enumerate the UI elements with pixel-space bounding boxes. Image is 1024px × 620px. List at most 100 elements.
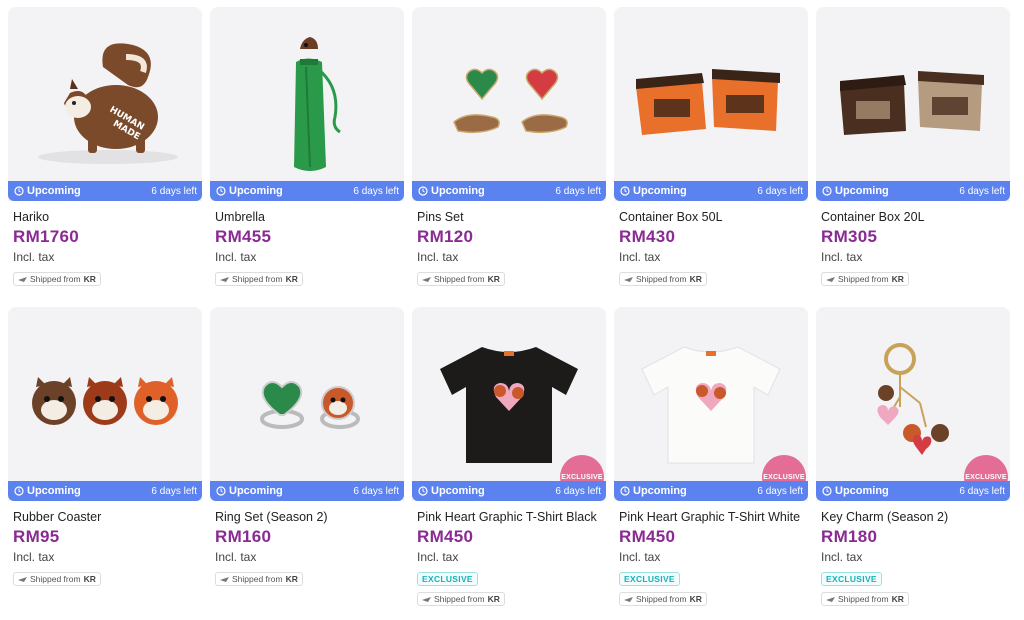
time-left: 6 days left xyxy=(959,485,1005,497)
clock-icon xyxy=(620,186,630,196)
product-price: RM450 xyxy=(619,527,676,546)
product-name[interactable]: Rubber Coaster xyxy=(13,510,202,524)
shipping-tag: Shipped from KR xyxy=(821,592,909,606)
product-price: RM95 xyxy=(13,527,60,546)
tax-note: Incl. tax xyxy=(417,250,459,264)
squirrel-figure-icon: HUMAN MADE xyxy=(38,43,178,164)
shipping-tag: Shipped from KR xyxy=(821,272,909,286)
time-left: 6 days left xyxy=(757,185,803,197)
exclusive-chip: EXCLUSIVE xyxy=(619,572,680,586)
clock-icon xyxy=(14,486,24,496)
shipping-tag: Shipped from KR xyxy=(215,272,303,286)
status-label: Upcoming xyxy=(27,185,81,197)
product-image[interactable]: EXCLUSIVE Upcoming 6 days left xyxy=(412,307,606,501)
shipping-tag: Shipped from KR xyxy=(13,272,101,286)
time-left: 6 days left xyxy=(151,485,197,497)
product-card[interactable]: Upcoming 6 days left Container Box 50L R… xyxy=(614,7,808,304)
product-card[interactable]: Upcoming 6 days left Rubber Coaster RM95… xyxy=(8,307,202,604)
product-image[interactable]: Upcoming 6 days left xyxy=(210,7,404,201)
product-name[interactable]: Key Charm (Season 2) xyxy=(821,510,1010,524)
product-image[interactable]: Upcoming 6 days left xyxy=(816,7,1010,201)
tax-note: Incl. tax xyxy=(215,550,257,564)
product-image[interactable]: EXCLUSIVE Upcoming 6 days left xyxy=(816,307,1010,501)
status-bar: Upcoming 6 days left xyxy=(210,181,404,201)
status-bar: Upcoming 6 days left xyxy=(816,181,1010,201)
plane-icon xyxy=(624,596,633,602)
product-price: RM160 xyxy=(215,527,272,546)
shipping-tag: Shipped from KR xyxy=(215,572,303,586)
product-image[interactable]: Upcoming 6 days left xyxy=(614,7,808,201)
pins-icon xyxy=(453,68,568,134)
product-image[interactable]: Upcoming 6 days left xyxy=(8,307,202,501)
plane-icon xyxy=(826,276,835,282)
status-label: Upcoming xyxy=(431,185,485,197)
shipping-tag: Shipped from KR xyxy=(13,572,101,586)
tax-note: Incl. tax xyxy=(821,550,863,564)
time-left: 6 days left xyxy=(151,185,197,197)
status-label: Upcoming xyxy=(835,185,889,197)
clock-icon xyxy=(418,486,428,496)
tax-note: Incl. tax xyxy=(417,550,459,564)
product-name[interactable]: Hariko xyxy=(13,210,202,224)
product-name[interactable]: Container Box 20L xyxy=(821,210,1010,224)
status-bar: Upcoming 6 days left xyxy=(412,181,606,201)
product-card[interactable]: EXCLUSIVE Upcoming 6 days left Key Charm… xyxy=(816,307,1010,606)
clock-icon xyxy=(216,486,226,496)
status-bar: Upcoming 6 days left xyxy=(412,481,606,501)
product-name[interactable]: Container Box 50L xyxy=(619,210,808,224)
plane-icon xyxy=(422,596,431,602)
orange-box-icon xyxy=(636,69,780,135)
product-price: RM455 xyxy=(215,227,272,246)
plane-icon xyxy=(624,276,633,282)
product-image[interactable]: HUMAN MADE Upcoming 6 days left xyxy=(8,7,202,201)
tax-note: Incl. tax xyxy=(821,250,863,264)
plane-icon xyxy=(18,276,27,282)
status-bar: Upcoming 6 days left xyxy=(614,181,808,201)
status-label: Upcoming xyxy=(27,485,81,497)
shipping-tag: Shipped from KR xyxy=(619,272,707,286)
ring-icon xyxy=(260,381,360,429)
status-bar: Upcoming 6 days left xyxy=(816,481,1010,501)
status-label: Upcoming xyxy=(229,185,283,197)
product-name[interactable]: Umbrella xyxy=(215,210,404,224)
umbrella-icon xyxy=(294,37,341,171)
product-image[interactable]: Upcoming 6 days left xyxy=(412,7,606,201)
status-label: Upcoming xyxy=(633,485,687,497)
product-image[interactable]: Upcoming 6 days left xyxy=(210,307,404,501)
brown-box-icon xyxy=(840,71,984,135)
exclusive-chip: EXCLUSIVE xyxy=(417,572,478,586)
product-card[interactable]: Upcoming 6 days left Pins Set RM120 Incl… xyxy=(412,7,606,304)
product-card[interactable]: EXCLUSIVE Upcoming 6 days left Pink Hear… xyxy=(412,307,606,606)
shipping-tag: Shipped from KR xyxy=(619,592,707,606)
plane-icon xyxy=(826,596,835,602)
product-name[interactable]: Pink Heart Graphic T-Shirt White xyxy=(619,510,808,524)
product-name[interactable]: Ring Set (Season 2) xyxy=(215,510,404,524)
product-price: RM180 xyxy=(821,527,878,546)
status-label: Upcoming xyxy=(633,185,687,197)
status-bar: Upcoming 6 days left xyxy=(210,481,404,501)
product-card[interactable]: HUMAN MADE Upcoming 6 days left Hariko R… xyxy=(8,7,202,304)
product-card[interactable]: EXCLUSIVE Upcoming 6 days left Pink Hear… xyxy=(614,307,808,606)
status-bar: Upcoming 6 days left xyxy=(8,181,202,201)
exclusive-chip: EXCLUSIVE xyxy=(821,572,882,586)
product-image[interactable]: EXCLUSIVE Upcoming 6 days left xyxy=(614,307,808,501)
product-price: RM120 xyxy=(417,227,474,246)
plane-icon xyxy=(220,276,229,282)
product-name[interactable]: Pink Heart Graphic T-Shirt Black xyxy=(417,510,606,524)
time-left: 6 days left xyxy=(555,185,601,197)
product-card[interactable]: Upcoming 6 days left Ring Set (Season 2)… xyxy=(210,307,404,604)
coaster-icon xyxy=(32,377,178,425)
product-grid: HUMAN MADE Upcoming 6 days left Hariko R… xyxy=(8,7,1010,607)
status-label: Upcoming xyxy=(431,485,485,497)
tax-note: Incl. tax xyxy=(619,250,661,264)
product-card[interactable]: Upcoming 6 days left Container Box 20L R… xyxy=(816,7,1010,304)
status-label: Upcoming xyxy=(835,485,889,497)
plane-icon xyxy=(422,276,431,282)
status-label: Upcoming xyxy=(229,485,283,497)
clock-icon xyxy=(822,486,832,496)
product-price: RM305 xyxy=(821,227,878,246)
tax-note: Incl. tax xyxy=(215,250,257,264)
product-name[interactable]: Pins Set xyxy=(417,210,606,224)
product-card[interactable]: Upcoming 6 days left Umbrella RM455 Incl… xyxy=(210,7,404,304)
clock-icon xyxy=(216,186,226,196)
